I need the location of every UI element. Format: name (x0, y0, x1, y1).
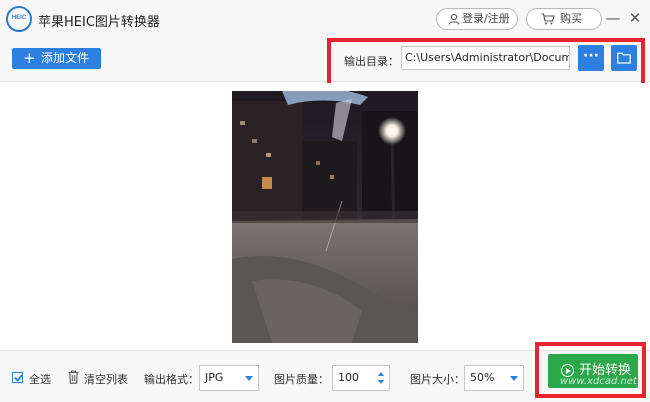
clear-list-button[interactable]: 清空列表 (84, 371, 128, 387)
close-icon[interactable]: ✕ (626, 8, 644, 28)
login-label: 登录/注册 (462, 12, 510, 25)
size-select[interactable]: 50% (464, 365, 524, 391)
title-bar: HEIC 苹果HEIC图片转换器 登录/注册 购买 — ✕ (0, 0, 650, 38)
quality-value: 100 (338, 371, 359, 384)
add-file-button[interactable]: + 添加文件 (12, 48, 101, 69)
size-label: 图片大小： (410, 373, 465, 386)
start-highlight-box (535, 342, 646, 398)
format-value: JPG (205, 371, 224, 384)
quality-label: 图片质量： (274, 373, 329, 386)
trash-icon[interactable] (68, 370, 79, 384)
select-all-checkbox[interactable] (12, 372, 23, 383)
app-title: 苹果HEIC图片转换器 (38, 15, 160, 30)
app-logo-icon: HEIC (6, 6, 32, 32)
app-logo-text: HEIC (11, 15, 27, 21)
quality-stepper[interactable]: 100 (332, 365, 390, 391)
plus-icon: + (23, 49, 36, 67)
size-value: 50% (470, 371, 495, 384)
select-all-label: 全选 (29, 373, 51, 386)
buy-button[interactable]: 购买 (526, 8, 602, 30)
format-select[interactable]: JPG (199, 365, 259, 391)
login-button[interactable]: 登录/注册 (436, 8, 518, 30)
chevron-down-icon (245, 376, 253, 381)
stepper-down-icon[interactable] (378, 380, 384, 384)
preview-photo (232, 91, 418, 343)
cart-icon (541, 9, 555, 32)
preview-area (0, 83, 650, 349)
chevron-down-icon (510, 376, 518, 381)
format-label: 输出格式： (144, 373, 199, 386)
add-file-label: 添加文件 (41, 51, 90, 65)
buy-label: 购买 (560, 12, 582, 25)
minimize-icon[interactable]: — (604, 8, 622, 28)
stepper-up-icon[interactable] (378, 372, 384, 376)
user-icon (448, 9, 460, 32)
